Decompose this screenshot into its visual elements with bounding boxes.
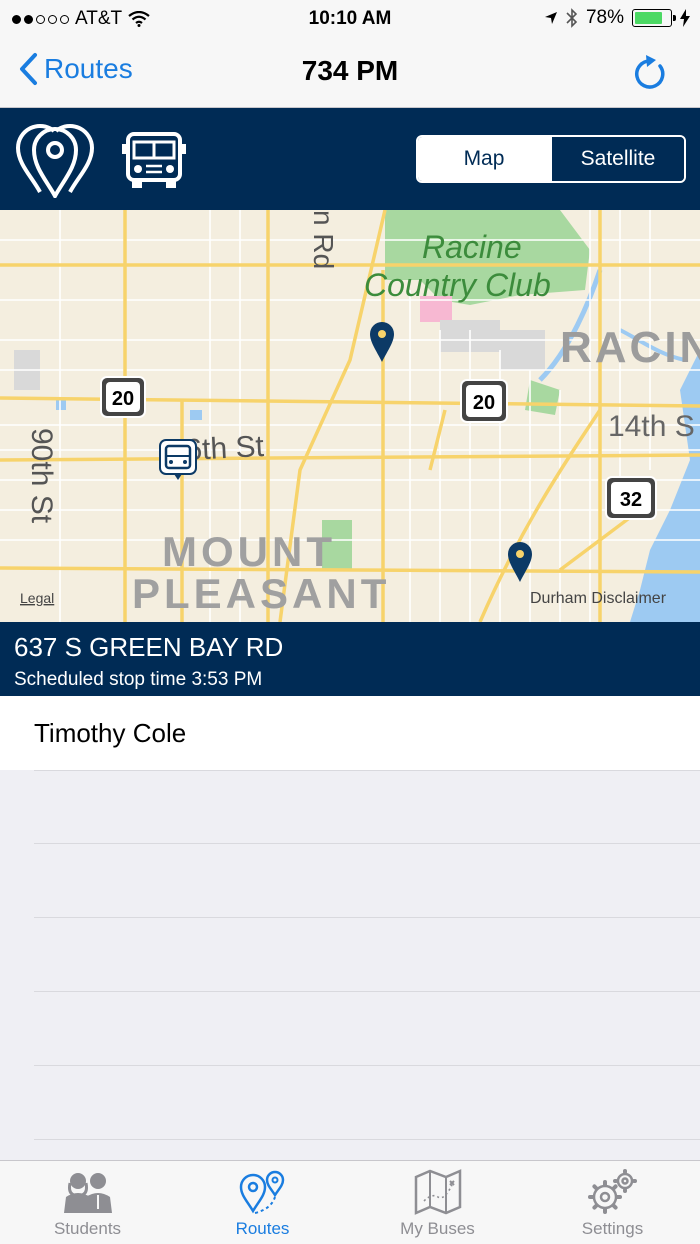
students-icon (63, 1173, 112, 1213)
stop-address: 637 S GREEN BAY RD (14, 632, 284, 662)
stop-pin-north[interactable] (370, 322, 394, 362)
battery-icon (632, 9, 676, 27)
empty-row (34, 844, 700, 918)
tab-settings-label: Settings (581, 1219, 644, 1238)
status-right: 78% (544, 7, 690, 29)
tab-routes[interactable]: Routes (175, 1161, 350, 1244)
stops-pins-icon (15, 123, 95, 201)
map-label-club-1: Racine (422, 229, 522, 265)
tab-my-buses[interactable]: My Buses (350, 1161, 525, 1244)
tab-students[interactable]: Students (0, 1161, 175, 1244)
map-label-club-2: Country Club (364, 267, 551, 303)
map-disclaimer[interactable]: Durham Disclaimer (530, 590, 667, 607)
map-toolbar: Map Satellite (0, 108, 700, 210)
bus-location-marker[interactable] (159, 439, 197, 480)
status-bar: AT&T 10:10 AM 78% (0, 0, 700, 40)
map-label-rd: n Rd (308, 210, 339, 269)
segment-satellite[interactable]: Satellite (550, 137, 684, 181)
empty-row (34, 770, 700, 844)
map-label-90th: 90th St (25, 428, 58, 524)
highway-shield-32: 32 (605, 476, 657, 520)
pond-1 (56, 400, 66, 410)
svg-text:32: 32 (620, 489, 642, 511)
bus-icon (122, 132, 186, 188)
map-label-14th: 14th S (608, 410, 695, 443)
map-icon (414, 1169, 461, 1215)
student-name: Timothy Cole (34, 717, 187, 748)
highway-shield-20-west: 20 (100, 376, 146, 418)
map-label-mount: MOUNT (162, 528, 336, 575)
tab-bar: Students Routes My Buses Settings (0, 1160, 700, 1244)
page-title: 734 PM (301, 55, 399, 86)
map-label-pleasant: PLEASANT (132, 570, 390, 617)
pond-2 (190, 410, 202, 420)
refresh-icon (635, 55, 665, 89)
map-view[interactable]: Racine Country Club RACIN 14th S 6th St … (0, 210, 700, 622)
empty-row (34, 918, 700, 992)
charging-icon (680, 9, 690, 27)
gear-icon (587, 1169, 637, 1214)
list-item[interactable]: Timothy Cole (0, 696, 700, 770)
tab-students-label: Students (53, 1219, 122, 1238)
bus-button[interactable] (120, 130, 188, 195)
tab-settings[interactable]: Settings (525, 1161, 700, 1244)
segment-map[interactable]: Map (418, 137, 550, 181)
gray-area-2 (500, 330, 545, 370)
empty-row (34, 992, 700, 1066)
svg-text:20: 20 (112, 388, 134, 410)
refresh-button[interactable] (632, 52, 668, 97)
tab-routes-label: Routes (235, 1219, 290, 1238)
map-type-control: Map Satellite (416, 135, 686, 183)
legal-link[interactable]: Legal (20, 590, 54, 606)
map-canvas: Racine Country Club RACIN 14th S 6th St … (0, 210, 700, 622)
routes-icon (239, 1170, 284, 1214)
stop-scheduled-time: Scheduled stop time 3:53 PM (14, 669, 263, 690)
navigation-bar: Routes 734 PM (0, 40, 700, 108)
student-list: Timothy Cole (0, 696, 700, 1140)
map-label-city: RACIN (560, 323, 700, 372)
stops-button[interactable] (14, 122, 96, 203)
empty-row (34, 1066, 700, 1140)
svg-text:20: 20 (473, 392, 495, 414)
tab-my-buses-label: My Buses (400, 1219, 475, 1238)
highway-shield-20-east: 20 (460, 379, 508, 423)
stop-pin-south[interactable] (508, 542, 532, 582)
stop-info-banner: 637 S GREEN BAY RD Scheduled stop time 3… (0, 622, 700, 696)
battery-percent: 78% (585, 7, 624, 28)
location-arrow-icon (544, 12, 557, 24)
bluetooth-icon (566, 8, 578, 28)
